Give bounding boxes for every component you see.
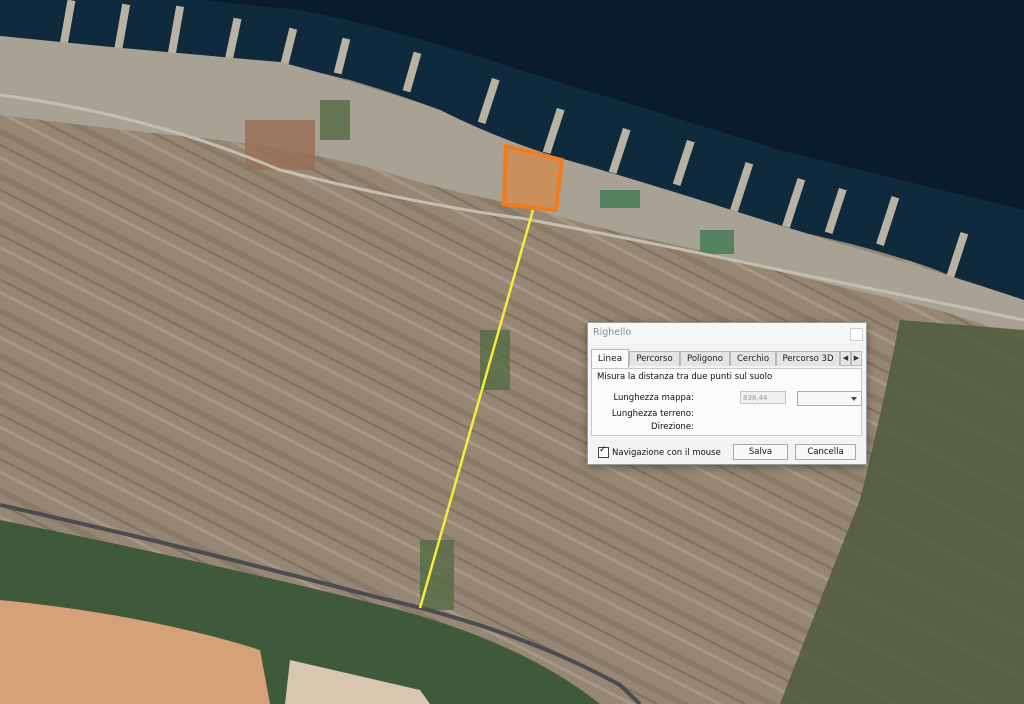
chevron-left-icon[interactable]: ◀ <box>840 351 851 366</box>
save-button[interactable]: Salva <box>733 444 788 460</box>
close-icon[interactable] <box>850 328 863 341</box>
tab-linea[interactable]: Linea <box>591 349 629 368</box>
mouse-nav-row[interactable]: Navigazione con il mouse <box>598 445 721 458</box>
tab-poligono[interactable]: Poligono <box>680 351 730 366</box>
map-length-field[interactable]: 838,44 <box>740 391 786 404</box>
panel-description: Misura la distanza tra due punti sul suo… <box>597 372 773 382</box>
chevron-right-icon[interactable]: ▶ <box>851 351 862 366</box>
satellite-map[interactable] <box>0 0 1024 704</box>
dialog-titlebar[interactable]: Righello <box>588 323 866 343</box>
unit-select[interactable] <box>797 391 862 406</box>
tab-percorso-3d[interactable]: Percorso 3D <box>776 351 840 366</box>
mouse-nav-label: Navigazione con il mouse <box>612 448 721 458</box>
mouse-nav-checkbox[interactable] <box>598 445 609 458</box>
tab-cerchio[interactable]: Cerchio <box>730 351 776 366</box>
ground-length-label: Lunghezza terreno: <box>611 409 694 419</box>
tab-percorso[interactable]: Percorso <box>629 351 680 366</box>
dialog-title: Righello <box>593 327 632 338</box>
cancel-button[interactable]: Cancella <box>795 444 856 460</box>
tab-bar: Linea Percorso Poligono Cerchio Percorso… <box>591 349 862 368</box>
ruler-dialog: Righello Linea Percorso Poligono Cerchio… <box>587 322 867 465</box>
direction-label: Direzione: <box>651 422 694 432</box>
linea-panel: Misura la distanza tra due punti sul suo… <box>591 368 862 436</box>
chevron-down-icon <box>851 397 857 401</box>
map-length-label: Lunghezza mappa: <box>613 393 694 403</box>
